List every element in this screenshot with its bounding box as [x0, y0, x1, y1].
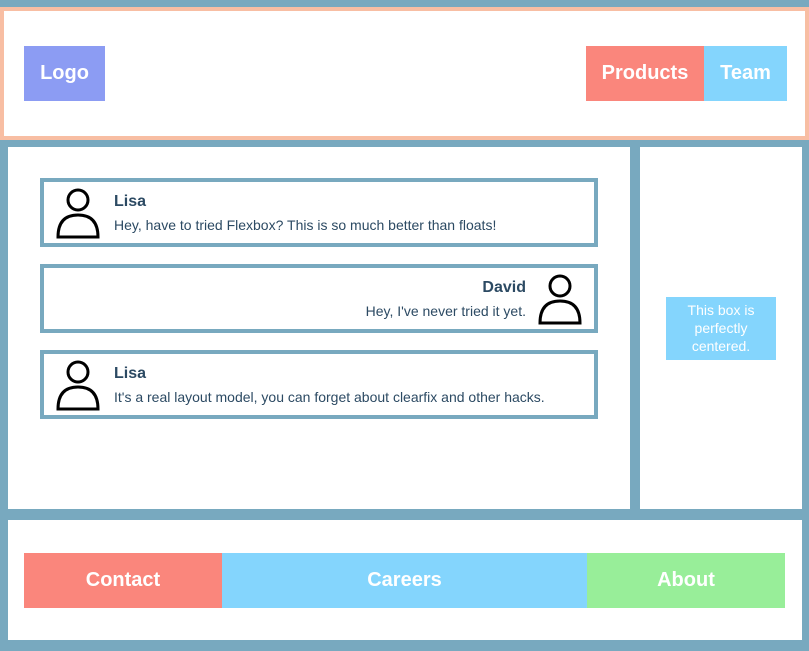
message-text: Hey, I've never tried it yet. — [365, 302, 526, 319]
footer-about-link[interactable]: About — [587, 553, 785, 608]
footer-nav: Contact Careers About — [24, 553, 786, 608]
sidebar: This box is perfectly centered. — [640, 147, 802, 509]
footer-contact-link[interactable]: Contact — [24, 553, 222, 608]
header-inner: Logo Products Team — [4, 11, 805, 136]
person-icon — [56, 360, 100, 410]
message-lisa-2: Lisa It's a real layout model, you can f… — [40, 350, 598, 419]
message-text: Hey, have to tried Flexbox? This is so m… — [114, 216, 497, 233]
footer: Contact Careers About — [8, 520, 802, 640]
message-lisa-1: Lisa Hey, have to tried Flexbox? This is… — [40, 178, 598, 247]
person-icon — [56, 188, 100, 238]
message-author: Lisa — [114, 364, 147, 382]
nav-products-link[interactable]: Products — [586, 46, 704, 101]
nav-team-link[interactable]: Team — [704, 46, 787, 101]
main-nav: Products Team — [586, 46, 787, 101]
message-body: Lisa It's a real layout model, you can f… — [114, 365, 545, 405]
message-david: David Hey, I've never tried it yet. — [40, 264, 598, 333]
centered-box: This box is perfectly centered. — [666, 296, 776, 360]
message-body: Lisa Hey, have to tried Flexbox? This is… — [114, 193, 496, 233]
footer-careers-link[interactable]: Careers — [222, 553, 587, 608]
message-author: David — [482, 278, 526, 296]
person-icon — [538, 274, 582, 324]
header: Logo Products Team — [0, 7, 809, 140]
message-text: It's a real layout model, you can forget… — [114, 388, 545, 405]
message-list: Lisa Hey, have to tried Flexbox? This is… — [8, 147, 630, 509]
logo[interactable]: Logo — [24, 46, 105, 101]
message-body: David Hey, I've never tried it yet. — [366, 279, 526, 319]
message-author: Lisa — [114, 192, 147, 210]
